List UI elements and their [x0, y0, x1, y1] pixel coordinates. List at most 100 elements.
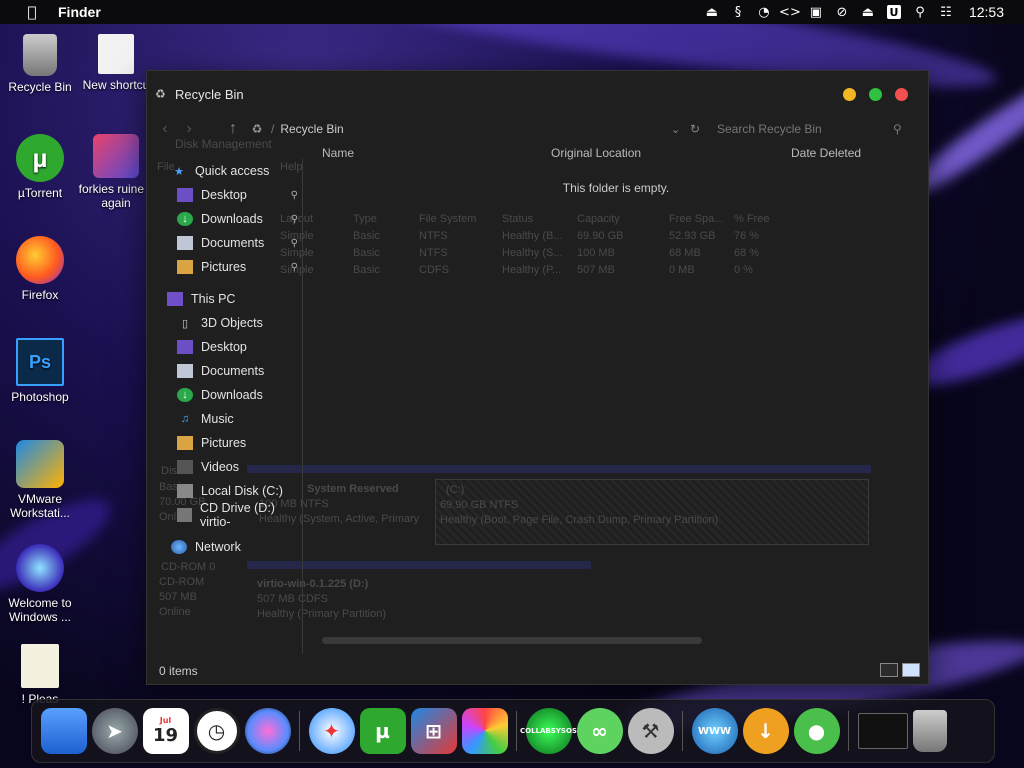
clock[interactable]: 12:53: [969, 4, 1004, 20]
launchpad-icon[interactable]: ➤: [91, 708, 138, 754]
clock-icon[interactable]: ◷: [193, 708, 240, 754]
eject-circle-icon[interactable]: ⏏: [699, 0, 725, 24]
collabsysos-icon[interactable]: COLLABSYSOS: [520, 708, 577, 754]
breadcrumb[interactable]: Recycle Bin: [280, 122, 343, 136]
desktop-icon-vmware[interactable]: VMware Workstati...: [0, 440, 80, 520]
pin-icon[interactable]: ⚲: [291, 214, 298, 225]
forward-icon[interactable]: ›: [177, 120, 201, 138]
screen-icon[interactable]: [857, 713, 908, 749]
firefox-icon: [16, 236, 64, 284]
safari-icon[interactable]: ✦: [308, 708, 355, 754]
desktop-icon-utorrent[interactable]: µ µTorrent: [0, 134, 80, 200]
pin-icon[interactable]: ⚲: [291, 238, 298, 249]
pin-icon[interactable]: ⚲: [291, 190, 298, 201]
up-icon[interactable]: ↑: [221, 120, 245, 138]
sidebar-item-pc-pictures[interactable]: Pictures: [147, 431, 302, 455]
column-name[interactable]: Name: [322, 146, 354, 160]
documents-icon: [177, 364, 193, 378]
sidebar-item-cd-drive[interactable]: CD Drive (D:) virtio-: [147, 501, 302, 529]
search-box[interactable]: ⚲: [717, 117, 917, 141]
sidebar-item-local-disk[interactable]: Local Disk (C:): [147, 479, 302, 503]
windows-icon[interactable]: ⊞: [410, 708, 457, 754]
star-icon: ★: [174, 165, 184, 178]
close-button[interactable]: [895, 88, 908, 101]
tools-icon[interactable]: ⚒: [627, 708, 674, 754]
desktop-icon-photoshop[interactable]: Ps Photoshop: [0, 338, 80, 404]
control-center-icon[interactable]: ☷: [933, 0, 959, 24]
desktop-icon-label: Firefox: [21, 288, 59, 302]
desktop-icon-firefox[interactable]: Firefox: [0, 236, 80, 302]
mute-icon[interactable]: ⊘: [829, 0, 855, 24]
sidebar-item-music[interactable]: ♫ Music: [147, 407, 302, 431]
app-name-menu[interactable]: Finder: [58, 4, 101, 20]
sidebar-item-label: Pictures: [201, 436, 247, 450]
network-people-icon[interactable]: ●: [793, 708, 840, 754]
sidebar-item-quick-access[interactable]: ★ Quick access: [147, 159, 302, 183]
horizontal-scrollbar[interactable]: [322, 637, 702, 644]
sidebar-item-downloads[interactable]: ↓ Downloads ⚲: [147, 207, 302, 231]
minimize-button[interactable]: [843, 88, 856, 101]
finder-icon[interactable]: [40, 708, 87, 754]
desktop-icon-recycle-bin[interactable]: Recycle Bin: [0, 34, 80, 94]
code-icon[interactable]: <>: [777, 0, 803, 24]
shortcut-icon: [98, 34, 134, 74]
dock-separator: [848, 711, 849, 751]
sidebar-item-desktop[interactable]: Desktop ⚲: [147, 183, 302, 207]
sidebar-item-videos[interactable]: Videos: [147, 455, 302, 479]
refresh-icon[interactable]: ↻: [690, 122, 700, 136]
window-titlebar[interactable]: ♻ Recycle Bin: [147, 71, 928, 117]
status-bar: 0 items: [147, 658, 928, 684]
sidebar-item-documents[interactable]: Documents ⚲: [147, 231, 302, 255]
details-view-button[interactable]: [880, 663, 898, 677]
desktop-icon-notepad[interactable]: ! Pleas: [0, 644, 80, 706]
pictures-icon: [177, 436, 193, 450]
calendar-day: 19: [152, 725, 179, 746]
dock: ➤ Jul 19 ◷ ✦ µ ⊞ COLLABSYSOS ∞ ⚒ WWW ↓ ●: [31, 699, 995, 763]
sidebar-item-network[interactable]: Network: [147, 535, 302, 559]
desktop-icon-forkies[interactable]: forkies ruine it again: [76, 134, 156, 210]
download-icon[interactable]: ↓: [742, 708, 789, 754]
apple-menu-icon[interactable]: : [22, 3, 42, 21]
view-toggle: [880, 663, 920, 677]
calendar-icon[interactable]: Jul 19: [142, 708, 189, 754]
notepad-icon: [21, 644, 59, 688]
search-icon[interactable]: ⚲: [893, 122, 902, 136]
link-icon[interactable]: ∞: [576, 708, 623, 754]
siri-icon[interactable]: [244, 708, 291, 754]
documents-icon: [177, 236, 193, 250]
pin-icon[interactable]: ⚲: [291, 262, 298, 273]
videos-icon: [177, 460, 193, 474]
vmware-icon: [16, 440, 64, 488]
recycle-bin-small-icon: ♻: [251, 122, 263, 136]
column-original-location[interactable]: Original Location: [551, 146, 641, 160]
file-list[interactable]: Name Original Location Date Deleted This…: [304, 141, 928, 654]
sidebar-item-label: Music: [201, 412, 234, 426]
network-icon: [171, 540, 187, 554]
sidebar-item-pc-desktop[interactable]: Desktop: [147, 335, 302, 359]
sidebar-item-pc-downloads[interactable]: ↓ Downloads: [147, 383, 302, 407]
downloads-icon: ↓: [177, 388, 193, 402]
photoshop-icon: Ps: [16, 338, 64, 386]
maximize-button[interactable]: [869, 88, 882, 101]
u-app-icon[interactable]: U: [881, 0, 907, 24]
chevron-down-icon[interactable]: ⌄: [671, 123, 680, 136]
trash-icon[interactable]: [912, 710, 947, 752]
desktop-icon-welcome[interactable]: Welcome to Windows ...: [0, 544, 80, 624]
search-input[interactable]: [717, 122, 887, 136]
sidebar-item-this-pc[interactable]: This PC: [147, 287, 302, 311]
large-icons-view-button[interactable]: [902, 663, 920, 677]
sidebar-item-3d-objects[interactable]: ▯ 3D Objects: [147, 311, 302, 335]
script-icon[interactable]: §: [725, 0, 751, 24]
back-icon[interactable]: ‹: [153, 120, 177, 138]
search-icon[interactable]: ⚲: [907, 0, 933, 24]
sidebar-item-pictures[interactable]: Pictures ⚲: [147, 255, 302, 279]
www-icon[interactable]: WWW: [691, 708, 738, 754]
pie-chart-icon[interactable]: ◔: [751, 0, 777, 24]
column-date-deleted[interactable]: Date Deleted: [791, 146, 861, 160]
desktop-icon-new-shortcut[interactable]: New shortcu: [76, 34, 156, 92]
display-icon[interactable]: ▣: [803, 0, 829, 24]
sidebar-item-pc-documents[interactable]: Documents: [147, 359, 302, 383]
utorrent-icon[interactable]: µ: [359, 708, 406, 754]
eject-icon[interactable]: ⏏: [855, 0, 881, 24]
photos-icon[interactable]: [461, 708, 508, 754]
